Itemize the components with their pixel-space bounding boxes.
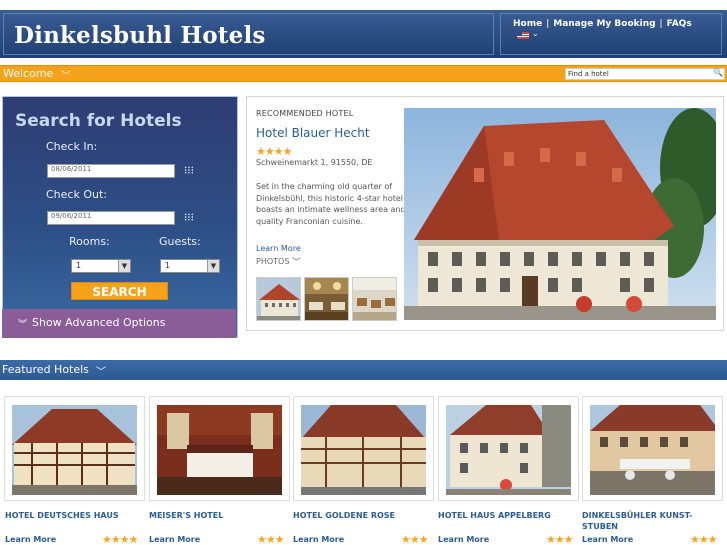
calendar-icon[interactable] bbox=[184, 166, 194, 174]
nav-home[interactable]: Home bbox=[513, 19, 542, 29]
advanced-options-toggle[interactable]: ︾ Show Advanced Options bbox=[2, 309, 236, 338]
featured-hotel-card[interactable] bbox=[293, 396, 434, 501]
star-rating: ★★★ bbox=[546, 533, 574, 545]
star-rating: ★★★ bbox=[257, 533, 285, 545]
brand-box: Dinkelsbuhl Hotels bbox=[3, 13, 494, 55]
page: Dinkelsbuhl Hotels Home | Manage My Bookin… bbox=[0, 0, 727, 545]
advanced-options-label: Show Advanced Options bbox=[32, 316, 166, 329]
nav-faqs[interactable]: FAQs bbox=[667, 19, 692, 29]
featured-hotel-card[interactable] bbox=[4, 396, 145, 501]
featured-hotel-photo[interactable] bbox=[446, 405, 571, 495]
site-header: Dinkelsbuhl Hotels bbox=[0, 10, 727, 58]
search-title: Search for Hotels bbox=[15, 111, 182, 131]
dropdown-arrow-icon[interactable]: ▼ bbox=[207, 260, 219, 272]
calendar-icon[interactable] bbox=[184, 213, 194, 221]
chevron-down-icon[interactable]: ﹀ bbox=[292, 255, 301, 268]
hotel-description: Set in the charming old quarter of Dinke… bbox=[256, 182, 406, 226]
search-icon[interactable]: 🔍 bbox=[713, 68, 723, 77]
find-hotel-input[interactable] bbox=[565, 68, 725, 80]
featured-hotels-label[interactable]: Featured Hotels bbox=[2, 363, 89, 376]
featured-hotel-name[interactable]: HOTEL HAUS APPELBERG bbox=[438, 510, 578, 521]
nav-manage-booking[interactable]: Manage My Booking bbox=[553, 19, 655, 29]
top-nav: Home | Manage My Booking | FAQs bbox=[513, 19, 692, 29]
recommended-hotel-panel: RECOMMENDED HOTEL Hotel Blauer Hecht ★★★… bbox=[246, 96, 724, 331]
recommended-hotel-photo[interactable] bbox=[404, 108, 716, 320]
featured-hotel-card[interactable] bbox=[438, 396, 579, 501]
learn-more-link[interactable]: Learn More bbox=[149, 535, 200, 544]
double-chevron-down-icon: ︾ bbox=[18, 320, 28, 330]
rooms-select[interactable]: 1 ▼ bbox=[71, 259, 131, 273]
featured-hotel-photo[interactable] bbox=[157, 405, 282, 495]
check-out-label: Check Out: bbox=[46, 188, 107, 201]
guests-select[interactable]: 1 ▼ bbox=[160, 259, 220, 273]
featured-hotel-name[interactable]: HOTEL DEUTSCHES HAUS bbox=[5, 510, 145, 521]
learn-more-link[interactable]: Learn More bbox=[5, 535, 56, 544]
recommended-hotel-name[interactable]: Hotel Blauer Hecht bbox=[256, 126, 370, 140]
rooms-value: 1 bbox=[76, 261, 82, 270]
nav-separator: | bbox=[546, 19, 550, 29]
us-flag-icon[interactable] bbox=[517, 32, 529, 39]
check-in-field[interactable]: 08/06/2011 bbox=[47, 164, 175, 178]
featured-hotel-card[interactable] bbox=[149, 396, 290, 501]
dropdown-arrow-icon[interactable]: ▼ bbox=[118, 260, 130, 272]
learn-more-link[interactable]: Learn More bbox=[582, 535, 633, 544]
photo-thumbnail[interactable] bbox=[352, 277, 397, 321]
featured-hotel-photo[interactable] bbox=[12, 405, 137, 495]
featured-hotel-photo[interactable] bbox=[301, 405, 426, 495]
featured-hotel-name[interactable]: DINKELSBÜHLER KUNST-STUBEN bbox=[582, 510, 712, 532]
star-rating: ★★★★ bbox=[256, 145, 292, 158]
learn-more-link[interactable]: Learn More bbox=[256, 244, 301, 253]
welcome-bar: Welcome ﹀ 🔍 bbox=[0, 65, 727, 82]
star-rating: ★★★ bbox=[690, 533, 718, 545]
featured-hotel-name[interactable]: MEISER'S HOTEL bbox=[149, 510, 289, 521]
rooms-label: Rooms: bbox=[69, 235, 110, 248]
photo-thumbnail[interactable] bbox=[304, 277, 349, 321]
chevron-down-icon[interactable]: ﹀ bbox=[96, 363, 106, 378]
chevron-down-icon[interactable]: ﹀ bbox=[61, 67, 71, 82]
chevron-down-icon[interactable]: ⌄ bbox=[532, 29, 539, 38]
star-rating: ★★★★ bbox=[102, 533, 138, 545]
check-in-label: Check In: bbox=[46, 140, 98, 153]
featured-hotel-card[interactable] bbox=[582, 396, 723, 501]
guests-label: Guests: bbox=[159, 235, 201, 248]
featured-hotels-bar: Featured Hotels ﹀ bbox=[0, 360, 727, 380]
check-out-field[interactable]: 09/06/2011 bbox=[47, 211, 175, 225]
hotel-address: Schweinemarkt 1, 91550, DE bbox=[256, 158, 373, 167]
featured-hotel-name[interactable]: HOTEL GOLDENE ROSE bbox=[293, 510, 433, 521]
photo-thumbnail[interactable] bbox=[256, 277, 301, 321]
search-panel: Search for Hotels Check In: 08/06/2011 C… bbox=[2, 96, 238, 338]
learn-more-link[interactable]: Learn More bbox=[438, 535, 489, 544]
search-button[interactable]: SEARCH bbox=[71, 282, 168, 300]
learn-more-link[interactable]: Learn More bbox=[293, 535, 344, 544]
photos-toggle[interactable]: PHOTOS bbox=[256, 257, 289, 266]
guests-value: 1 bbox=[165, 261, 171, 270]
star-rating: ★★★ bbox=[401, 533, 429, 545]
nav-separator: | bbox=[659, 19, 663, 29]
featured-hotel-photo[interactable] bbox=[590, 405, 715, 495]
welcome-label[interactable]: Welcome bbox=[3, 67, 53, 80]
site-title[interactable]: Dinkelsbuhl Hotels bbox=[14, 22, 266, 49]
recommended-kicker: RECOMMENDED HOTEL bbox=[256, 109, 354, 118]
